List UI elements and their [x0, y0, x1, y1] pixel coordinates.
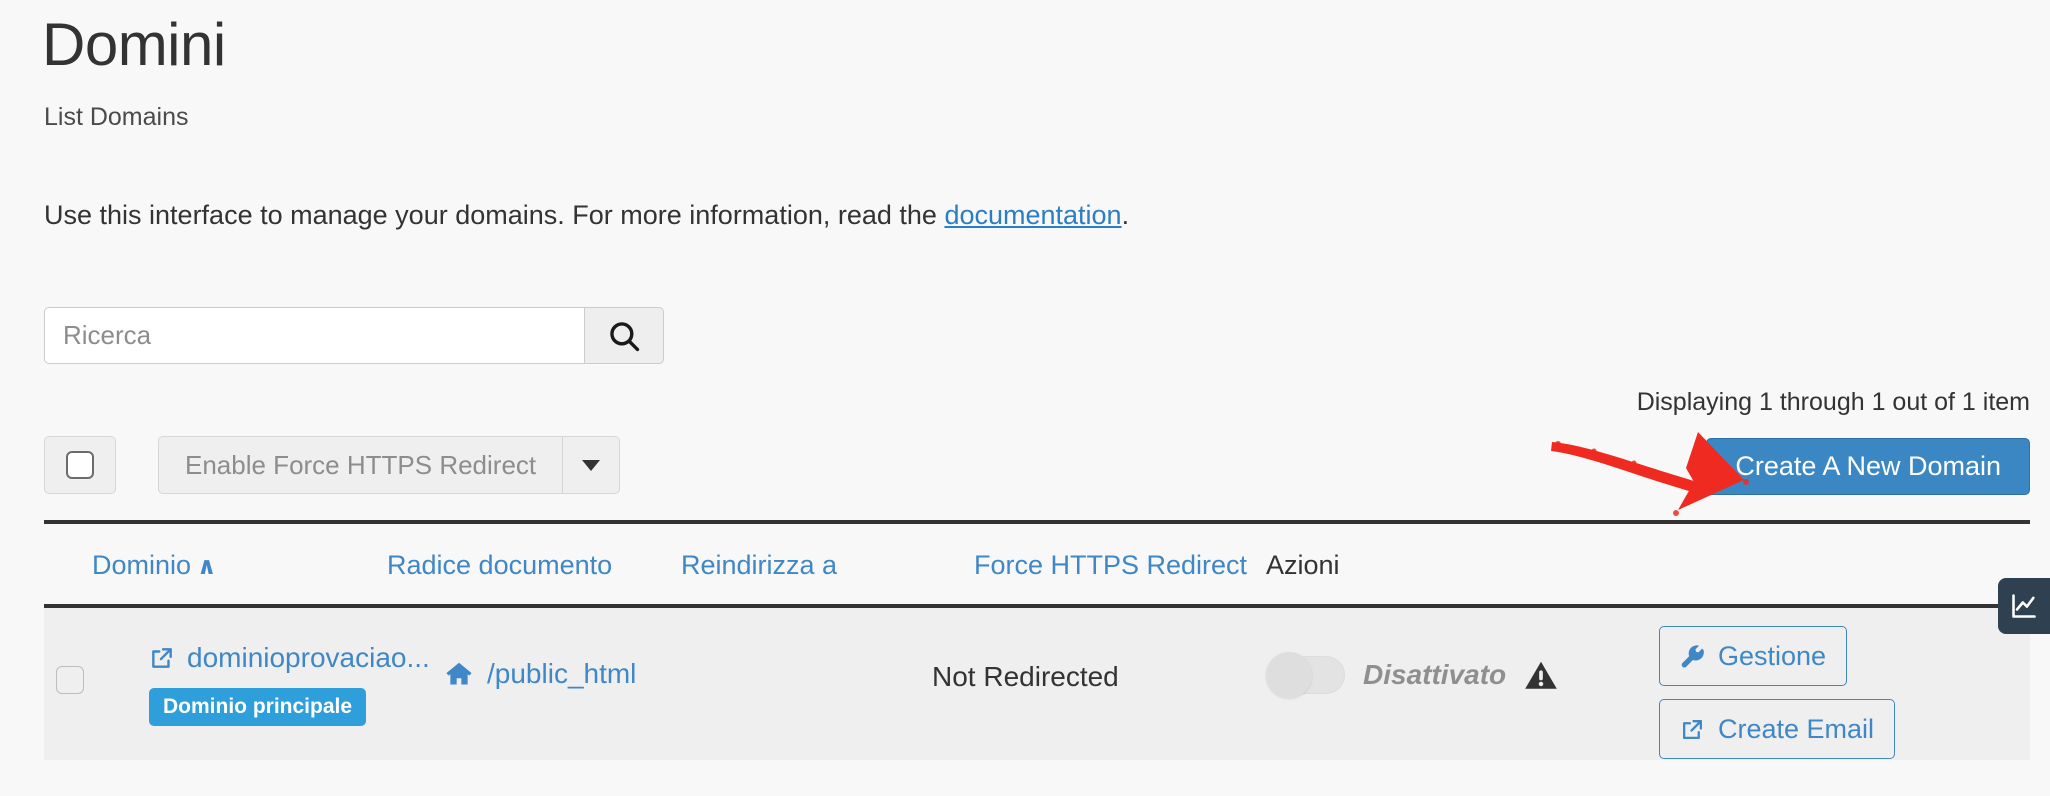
- analytics-chart-icon: [2010, 592, 2038, 620]
- create-email-label: Create Email: [1718, 713, 1875, 744]
- bulk-action-label[interactable]: Enable Force HTTPS Redirect: [158, 436, 564, 494]
- column-header-azioni: Azioni: [1266, 550, 1340, 580]
- domain-link[interactable]: dominioprovaciao...: [149, 642, 430, 674]
- document-root-link[interactable]: /public_html: [444, 658, 636, 690]
- domains-table: Dominio ∧ Radice documento Reindirizza a …: [44, 520, 2030, 760]
- chevron-down-icon: [582, 459, 601, 471]
- home-icon: [444, 660, 474, 688]
- select-all-checkbox[interactable]: [44, 436, 116, 494]
- pagination-summary: Displaying 1 through 1 out of 1 item: [1636, 388, 2030, 416]
- search-button[interactable]: [584, 307, 664, 364]
- force-https-status: Disattivato: [1363, 659, 1507, 690]
- bulk-action-split-button: Enable Force HTTPS Redirect: [158, 436, 621, 494]
- analytics-side-tab[interactable]: [1998, 578, 2050, 634]
- intro-suffix: .: [1121, 200, 1130, 230]
- sort-asc-icon: ∧: [197, 553, 217, 580]
- warning-triangle-icon: [1524, 660, 1558, 691]
- checkbox-box-icon: [66, 451, 94, 479]
- search-group: [44, 307, 664, 364]
- force-https-toggle[interactable]: [1266, 652, 1345, 698]
- redirects-to-value: Not Redirected: [932, 661, 1119, 692]
- gestione-label: Gestione: [1718, 640, 1827, 671]
- domain-cell: dominioprovaciao... Dominio principale: [149, 642, 430, 726]
- search-icon: [607, 319, 641, 353]
- create-a-new-domain-button[interactable]: Create A New Domain: [1706, 438, 2030, 495]
- page-title: Domini: [42, 11, 226, 78]
- status-badge: Dominio principale: [149, 688, 367, 726]
- bulk-actions-toolbar: Enable Force HTTPS Redirect: [44, 436, 621, 494]
- create-email-button[interactable]: Create Email: [1659, 699, 1896, 759]
- documentation-link[interactable]: documentation: [944, 200, 1121, 230]
- table-row: dominioprovaciao... Dominio principale /…: [44, 608, 2030, 760]
- toggle-knob: [1266, 652, 1312, 698]
- table-header-row: Dominio ∧ Radice documento Reindirizza a …: [44, 520, 2030, 608]
- column-header-force-https-redirect[interactable]: Force HTTPS Redirect: [974, 550, 1247, 581]
- row-actions: Gestione Create Email: [1659, 626, 1896, 759]
- force-https-cell: Disattivato: [1266, 652, 1558, 698]
- column-header-radice-documento[interactable]: Radice documento: [387, 550, 612, 581]
- intro-prefix: Use this interface to manage your domain…: [44, 200, 945, 230]
- external-link-icon: [149, 645, 175, 671]
- intro-text: Use this interface to manage your domain…: [44, 200, 1129, 231]
- bulk-action-dropdown-toggle[interactable]: [563, 436, 621, 494]
- page-subtitle: List Domains: [44, 103, 189, 131]
- domain-name: dominioprovaciao...: [187, 642, 430, 673]
- document-root-path: /public_html: [487, 658, 637, 689]
- row-select-checkbox[interactable]: [56, 666, 84, 694]
- domains-page: Domini List Domains Use this interface t…: [0, 0, 2050, 796]
- external-link-icon: [1680, 717, 1705, 742]
- wrench-icon: [1680, 644, 1705, 669]
- gestione-button[interactable]: Gestione: [1659, 626, 1848, 686]
- column-header-dominio[interactable]: Dominio ∧: [92, 550, 217, 581]
- search-input[interactable]: [44, 307, 584, 364]
- column-header-reindirizza-a[interactable]: Reindirizza a: [681, 550, 837, 581]
